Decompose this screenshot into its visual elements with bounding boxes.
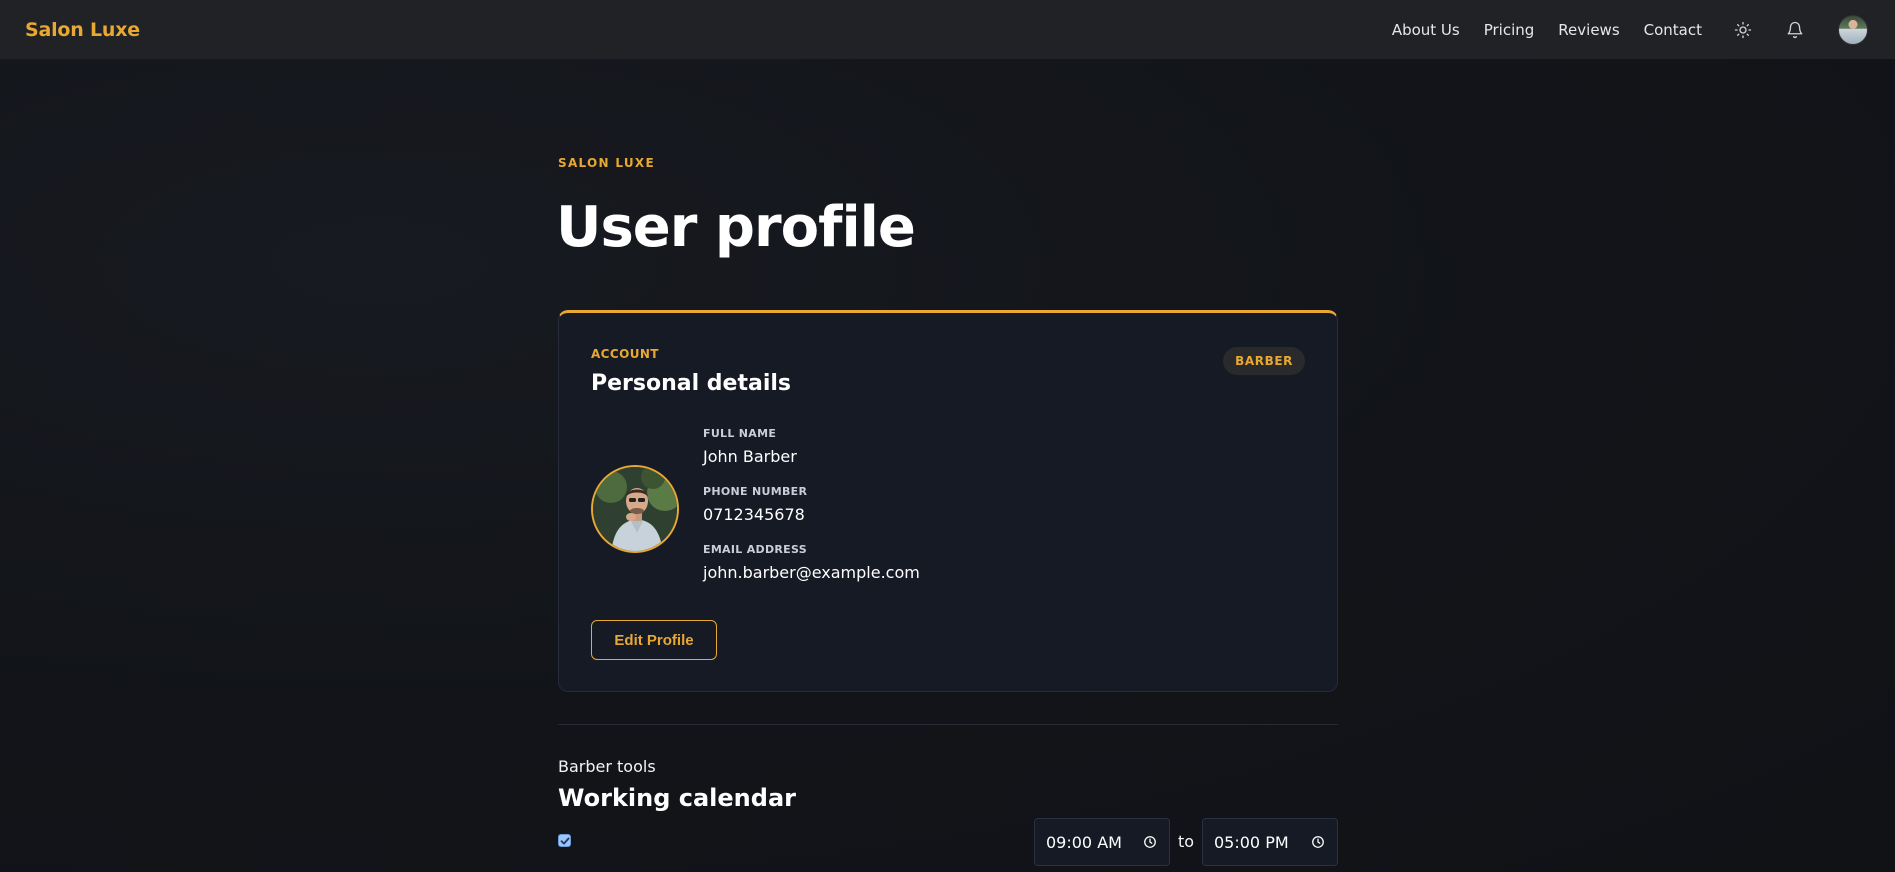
full-name-value: John Barber xyxy=(703,447,797,466)
edit-profile-button[interactable]: Edit Profile xyxy=(591,620,717,660)
page-title: User profile xyxy=(556,195,916,260)
end-time-input[interactable]: 05:00 PM xyxy=(1202,818,1338,866)
email-address-value: john.barber@example.com xyxy=(703,563,920,582)
nav-link-pricing[interactable]: Pricing xyxy=(1484,21,1535,39)
nav-link-contact[interactable]: Contact xyxy=(1644,21,1702,39)
start-time-value: 09:00 AM xyxy=(1046,832,1122,852)
brand-logo[interactable]: Salon Luxe xyxy=(25,19,140,41)
nav-right: About Us Pricing Reviews Contact xyxy=(1368,14,1870,45)
bell-icon[interactable] xyxy=(1784,19,1806,41)
email-address-label: EMAIL ADDRESS xyxy=(703,543,807,556)
nav-link-about-us[interactable]: About Us xyxy=(1392,21,1460,39)
profile-fields: FULL NAME John Barber PHONE NUMBER 07123… xyxy=(703,427,920,601)
user-avatar[interactable] xyxy=(1838,14,1868,45)
section-divider xyxy=(558,724,1338,725)
profile-avatar xyxy=(591,465,679,553)
nav-link-reviews[interactable]: Reviews xyxy=(1558,21,1619,39)
card-eyebrow: ACCOUNT xyxy=(591,347,659,361)
tools-label: Barber tools xyxy=(558,757,656,776)
clock-icon xyxy=(1144,836,1156,848)
page-eyebrow: SALON LUXE xyxy=(558,156,655,170)
clock-icon xyxy=(1312,836,1324,848)
top-navbar: Salon Luxe About Us Pricing Reviews Cont… xyxy=(0,0,1895,59)
start-time-input[interactable]: 09:00 AM xyxy=(1034,818,1170,866)
to-separator: to xyxy=(1178,832,1195,851)
card-title: Personal details xyxy=(591,371,792,396)
personal-details-card: ACCOUNT Personal details BARBER FULL NAM… xyxy=(558,310,1338,692)
working-calendar-title: Working calendar xyxy=(558,784,796,812)
phone-number-value: 0712345678 xyxy=(703,505,805,524)
sun-icon[interactable] xyxy=(1732,19,1754,41)
day-checkbox[interactable] xyxy=(558,834,571,847)
full-name-label: FULL NAME xyxy=(703,427,777,440)
end-time-value: 05:00 PM xyxy=(1214,832,1289,852)
phone-number-label: PHONE NUMBER xyxy=(703,485,808,498)
check-icon xyxy=(560,837,569,844)
role-badge: BARBER xyxy=(1223,347,1305,375)
